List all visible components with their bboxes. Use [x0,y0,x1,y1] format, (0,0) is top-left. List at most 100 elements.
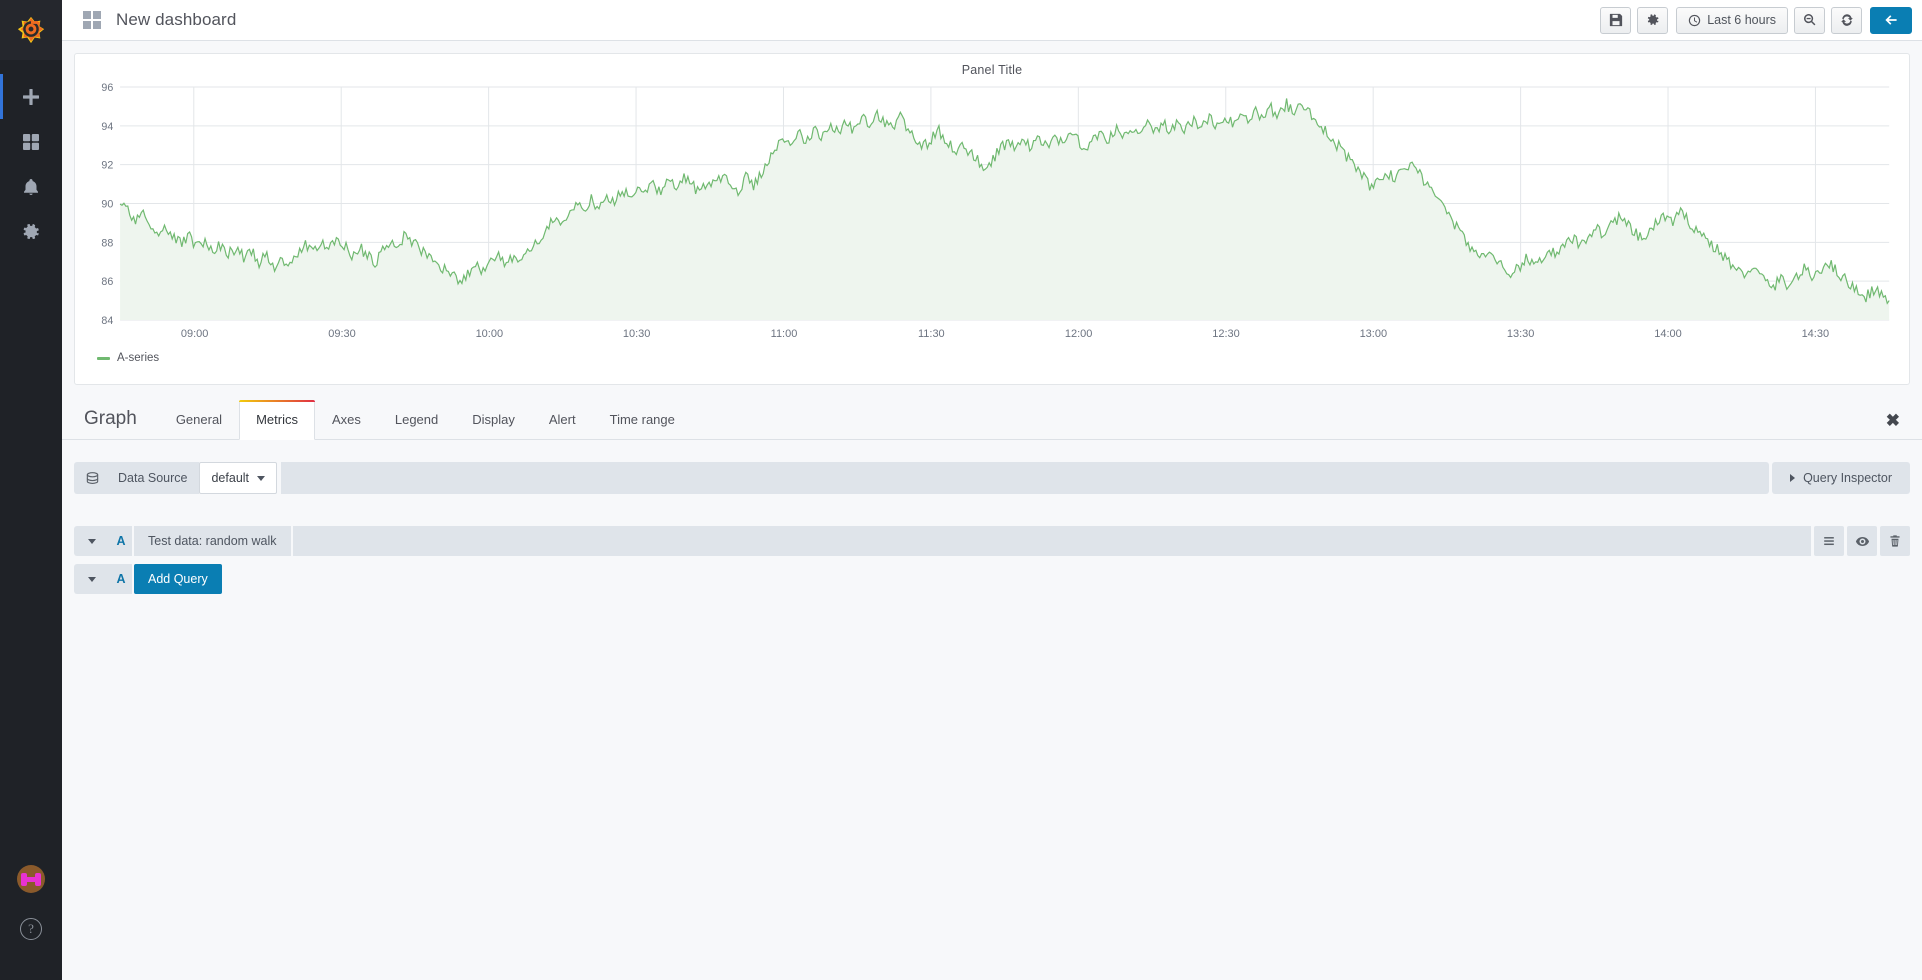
gear-icon [21,222,41,242]
page-title: New dashboard [116,10,236,30]
grafana-app: ? New dashboard [0,0,1922,980]
toggle-visibility-button[interactable] [1847,526,1877,556]
x-axis-tick: 12:30 [1212,328,1240,340]
sidebar-bottom: ? [0,854,62,980]
legend-label[interactable]: A-series [117,352,159,364]
query-row-a: A Test data: random walk [74,526,1910,556]
query-scenario-name[interactable]: Test data: random walk [134,526,291,556]
time-range-picker[interactable]: Last 6 hours [1676,7,1788,34]
query-row-filler [293,526,1811,556]
eye-icon [1855,534,1870,549]
x-axis-tick: 12:00 [1065,328,1093,340]
timeseries-chart[interactable]: 84 86 88 90 92 94 96 [89,83,1895,326]
time-controls: Last 6 hours [1676,7,1862,34]
dashboard-settings-button[interactable] [1637,7,1668,34]
datasource-select[interactable]: default [199,462,277,494]
x-axis-tick: 09:00 [181,328,209,340]
tab-alert[interactable]: Alert [532,400,593,440]
remove-query-button[interactable] [1880,526,1910,556]
navbar-actions [1600,7,1668,34]
navbar-right: Last 6 hours [1600,7,1912,34]
plot-area[interactable]: 84868890929496 09:0009:3010:0010:3011:00… [89,83,1895,348]
editor-body: Data Source default Query Inspector [62,440,1922,594]
x-axis-tick: 11:00 [771,328,798,340]
editor-tabbar: Graph General Metrics Axes Legend Displa… [62,396,1922,440]
query-inspector-label: Query Inspector [1803,471,1892,485]
svg-text:92: 92 [101,160,113,172]
tab-legend[interactable]: Legend [378,400,455,440]
dashboards-icon [21,132,41,152]
tab-axes[interactable]: Axes [315,400,378,440]
x-axis-ticks: 09:0009:3010:0010:3011:0011:3012:0012:30… [121,326,1889,346]
close-icon[interactable]: ✖ [1886,412,1900,429]
svg-text:88: 88 [101,237,113,249]
x-axis-tick: 10:30 [623,328,651,340]
floppy-save-icon [1609,13,1623,27]
datasource-label: Data Source [110,462,199,494]
x-axis-tick: 11:30 [918,328,945,340]
svg-text:96: 96 [101,83,113,94]
add-query-row: A Add Query [74,564,1910,594]
series-area [120,98,1889,320]
datasource-row: Data Source default Query Inspector [74,462,1910,494]
tab-display[interactable]: Display [455,400,532,440]
add-query-ref-id: A [110,564,132,594]
refresh-icon [1840,13,1854,27]
add-query-collapse-toggle[interactable] [74,564,110,594]
zoom-out-icon [1803,13,1817,27]
query-inspector-button[interactable]: Query Inspector [1772,462,1910,494]
sidebar-item-configuration[interactable] [0,209,62,254]
back-to-dashboard-button[interactable] [1870,7,1912,34]
help-button[interactable]: ? [0,904,62,954]
toggle-edit-mode-button[interactable] [1814,526,1844,556]
tab-time-range[interactable]: Time range [593,400,692,440]
trash-icon [1888,534,1902,548]
sidebar-item-dashboards[interactable] [0,119,62,164]
navbar-left: New dashboard [82,10,236,30]
plus-icon [21,87,41,107]
datasource-row-filler [281,462,1769,494]
query-actions [1814,526,1910,556]
chevron-down-icon [257,476,265,481]
svg-text:90: 90 [101,198,113,210]
grafana-logo-icon[interactable] [0,0,62,60]
chart-legend: A-series [75,348,1909,364]
editor-heading: Graph [74,408,159,439]
database-icon [74,462,110,494]
tab-general[interactable]: General [159,400,239,440]
query-ref-id: A [110,526,132,556]
refresh-button[interactable] [1831,7,1862,34]
chevron-down-icon [88,577,96,582]
list-icon [1822,534,1836,548]
x-axis-tick: 14:30 [1802,328,1830,340]
svg-text:94: 94 [101,121,113,133]
top-navbar: New dashboard Last 6 hours [62,0,1922,41]
svg-text:84: 84 [101,315,113,326]
x-axis-tick: 14:00 [1654,328,1682,340]
add-query-button[interactable]: Add Query [134,564,222,594]
zoom-out-button[interactable] [1794,7,1825,34]
x-axis-tick: 10:00 [476,328,504,340]
avatar [17,865,45,893]
legend-color-swatch [97,357,110,360]
bell-icon [21,177,41,197]
sidebar-item-create[interactable] [0,74,62,119]
x-axis-tick: 13:30 [1507,328,1535,340]
sidebar-item-alerting[interactable] [0,164,62,209]
tab-metrics[interactable]: Metrics [239,400,315,440]
panel-container: Panel Title 84868890929496 09:0009:3010:… [62,41,1922,385]
query-collapse-toggle[interactable] [74,526,110,556]
chevron-down-icon [88,539,96,544]
panel-title: Panel Title [75,54,1909,77]
x-axis-tick: 13:00 [1360,328,1388,340]
user-avatar[interactable] [0,854,62,904]
back-arrow-icon [1883,12,1899,28]
gear-icon [1646,13,1660,27]
sidebar: ? [0,0,62,980]
time-range-label: Last 6 hours [1707,13,1776,27]
save-dashboard-button[interactable] [1600,7,1631,34]
panel-editor: Graph General Metrics Axes Legend Displa… [62,396,1922,594]
svg-text:86: 86 [101,276,113,288]
chevron-right-icon [1790,474,1795,482]
datasource-value: default [211,471,249,485]
